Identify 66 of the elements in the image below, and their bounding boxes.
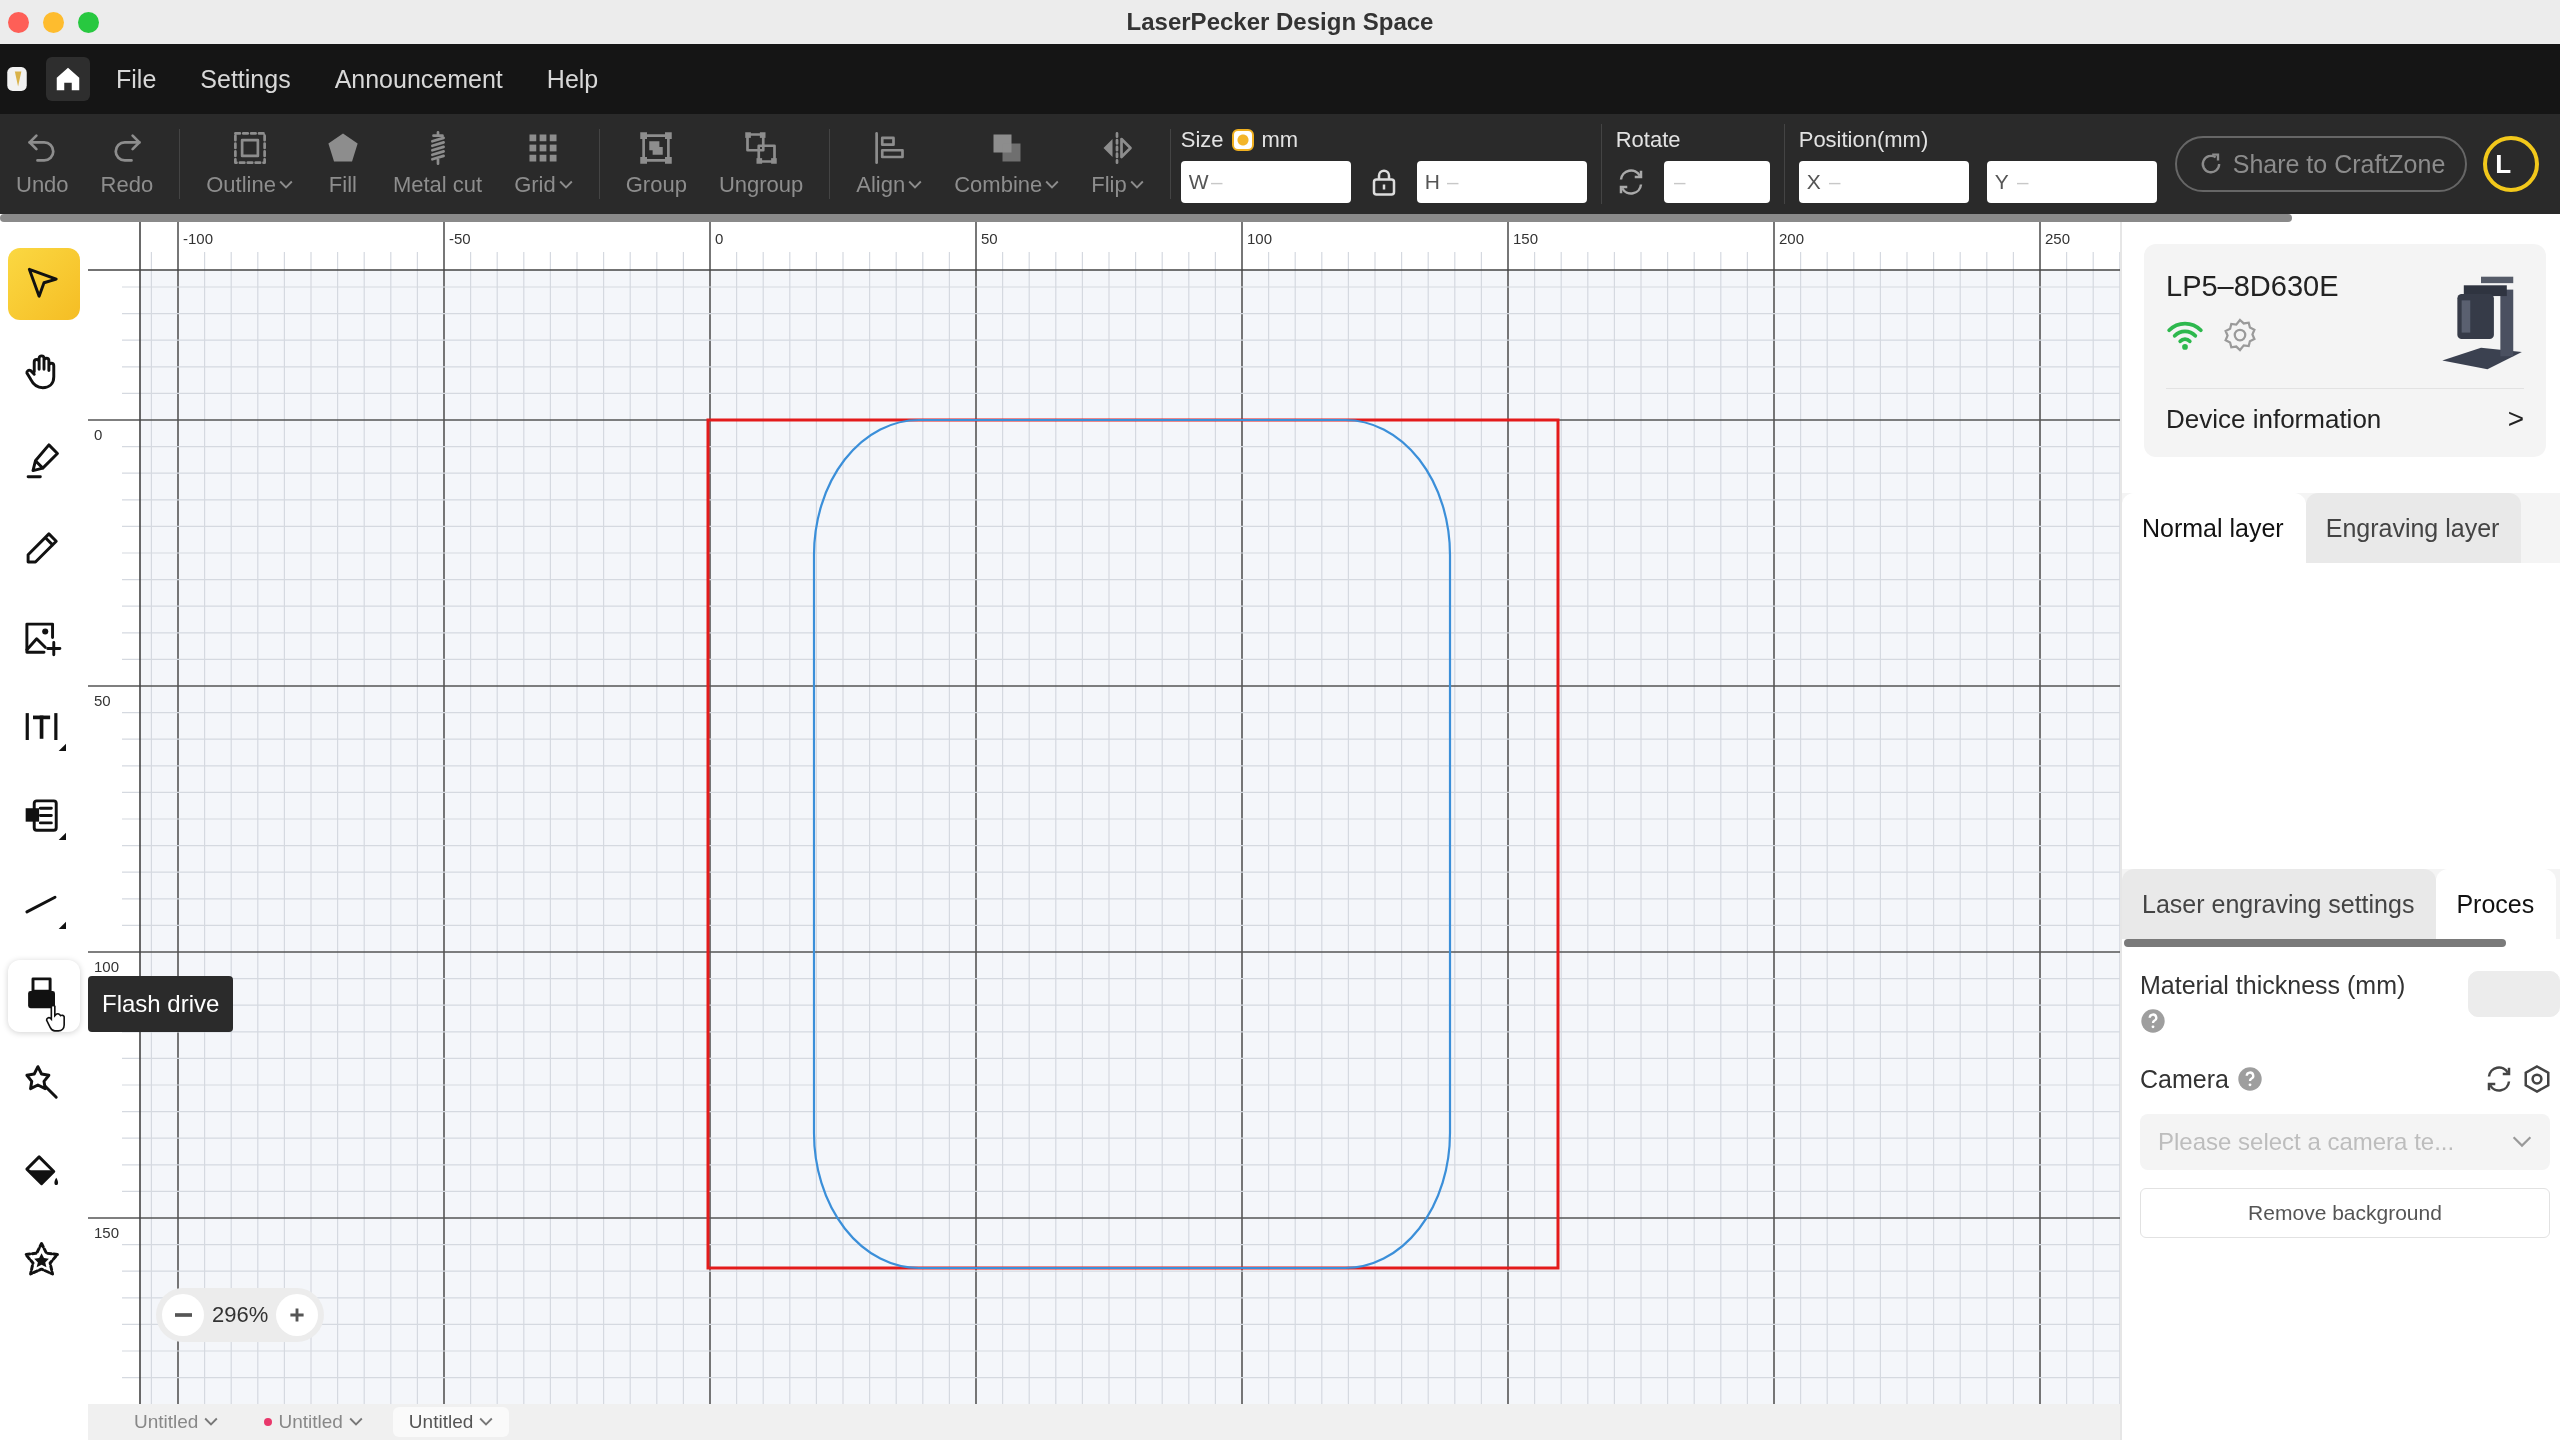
ruler-label: 150 bbox=[1513, 230, 1539, 247]
ruler-label: 50 bbox=[981, 230, 998, 247]
menu-item[interactable]: Announcement bbox=[334, 64, 503, 94]
settings-tab[interactable]: Proces bbox=[2436, 869, 2557, 939]
minus-icon bbox=[174, 1313, 192, 1317]
scrollbar[interactable] bbox=[0, 214, 2292, 222]
field-prefix: H bbox=[1424, 170, 1440, 194]
camera-label: Camera bbox=[2140, 1064, 2229, 1094]
zoom-level: 296% bbox=[212, 1302, 269, 1328]
field-prefix: W bbox=[1188, 170, 1209, 194]
ruler-label: -100 bbox=[183, 230, 214, 247]
unit-radio[interactable] bbox=[1231, 129, 1254, 151]
help-icon[interactable] bbox=[2236, 1066, 2263, 1092]
document-tab[interactable]: Untitled bbox=[118, 1407, 235, 1437]
window-title: LaserPecker Design Space bbox=[1126, 8, 1434, 36]
ungroup-icon bbox=[743, 130, 780, 166]
document-tab[interactable]: Untitled bbox=[392, 1407, 510, 1437]
menu-item[interactable]: Settings bbox=[200, 64, 291, 94]
ruler-label: -50 bbox=[449, 230, 471, 247]
app-logo-icon[interactable] bbox=[6, 66, 28, 92]
chevron-right[interactable]: > bbox=[2507, 403, 2524, 435]
remove-background-button[interactable]: Remove background bbox=[2140, 1188, 2550, 1238]
menu-item[interactable]: Help bbox=[546, 64, 599, 94]
device-information-link[interactable]: Device information bbox=[2166, 403, 2382, 435]
menu-item[interactable]: File bbox=[116, 64, 157, 94]
zoom-out-button[interactable] bbox=[162, 1294, 204, 1336]
scrollbar[interactable] bbox=[2124, 939, 2506, 947]
device-name: LP5–8D630E bbox=[2166, 270, 2339, 303]
group-icon bbox=[638, 130, 675, 166]
ruler-label: 0 bbox=[715, 230, 724, 247]
rotate-label: Rotate bbox=[1615, 127, 1681, 153]
chevron-down-icon[interactable] bbox=[2512, 1136, 2532, 1148]
document-tab[interactable]: Untitled bbox=[248, 1407, 379, 1437]
settings-tab[interactable]: Laser engraving settings bbox=[2122, 869, 2437, 939]
rotation-field[interactable]: – bbox=[1663, 161, 1770, 203]
selection-frame[interactable] bbox=[706, 418, 1560, 1270]
caret-icon bbox=[348, 1417, 363, 1427]
position-label: Position(mm) bbox=[1798, 127, 1929, 153]
unit-label: mm bbox=[1261, 127, 1299, 153]
help-icon[interactable] bbox=[2140, 1008, 2166, 1034]
zoom-in-button[interactable] bbox=[276, 1294, 319, 1336]
size-label: Size bbox=[1180, 127, 1224, 153]
layer-tab[interactable]: Engraving layer bbox=[2305, 493, 2522, 563]
field-prefix: Y bbox=[1994, 170, 2009, 194]
ruler-label: 100 bbox=[1247, 230, 1273, 247]
material-thickness-label: Material thickness (mm) bbox=[2140, 971, 2406, 1000]
ruler-label: 100 bbox=[94, 958, 120, 975]
caret-icon bbox=[204, 1417, 219, 1427]
home-button[interactable] bbox=[46, 57, 90, 101]
ruler-label: 150 bbox=[94, 1224, 120, 1241]
caret-icon bbox=[479, 1417, 494, 1427]
close-window-button[interactable] bbox=[8, 11, 29, 33]
ruler-label: 50 bbox=[94, 692, 111, 709]
cursor-tool[interactable] bbox=[8, 248, 80, 320]
rounded-rectangle-shape[interactable] bbox=[812, 418, 1452, 1270]
dashed-square-icon bbox=[231, 130, 268, 166]
ruler-label: 250 bbox=[2045, 230, 2071, 247]
ruler-label: 0 bbox=[94, 426, 103, 443]
tooltip: Flash drive bbox=[88, 976, 234, 1032]
flash-drive-tool[interactable] bbox=[8, 960, 80, 1032]
hand-cursor-icon bbox=[44, 1004, 68, 1032]
layer-tab[interactable]: Normal layer bbox=[2122, 493, 2306, 563]
ruler-label: 200 bbox=[1779, 230, 1805, 247]
field-prefix: X bbox=[1806, 170, 1821, 194]
user-avatar[interactable]: L bbox=[2483, 136, 2540, 192]
settings-icon[interactable] bbox=[2522, 1064, 2552, 1094]
